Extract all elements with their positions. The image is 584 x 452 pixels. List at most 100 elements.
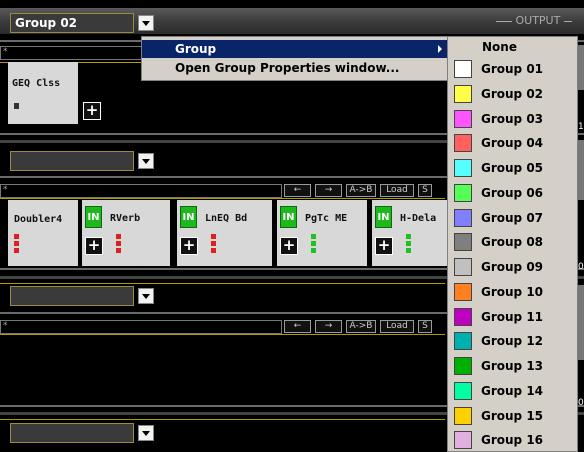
submenu-item-group[interactable]: Group 12	[448, 329, 577, 353]
group-color-swatch	[454, 282, 472, 301]
output-panel-edge	[578, 45, 584, 90]
add-plugin-button[interactable]: +	[280, 237, 298, 255]
add-plugin-button[interactable]: +	[83, 102, 101, 120]
group-color-swatch	[454, 406, 472, 425]
submenu-item-group[interactable]: Group 08	[448, 230, 577, 254]
group-color-swatch	[454, 307, 472, 326]
rack-star: *	[3, 321, 8, 331]
submenu-item-group[interactable]: Group 04	[448, 131, 577, 155]
menu-item-group[interactable]: Group	[142, 40, 448, 58]
submenu-item-group[interactable]: Group 06	[448, 181, 577, 205]
plugin-lneq-bd[interactable]: IN LnEQ Bd +	[177, 200, 272, 266]
plugin-doubler4[interactable]: Doubler4	[8, 200, 78, 266]
submenu-item-group[interactable]: Group 16	[448, 428, 577, 452]
move-left-button[interactable]: ←	[284, 184, 311, 197]
group-submenu: None Group 01 Group 02 Group 03 Group 04 Gro…	[447, 36, 578, 452]
section-underline	[0, 419, 445, 420]
group-color-swatch	[454, 159, 472, 177]
level-led	[311, 248, 316, 253]
in-toggle[interactable]: IN	[85, 206, 102, 228]
level-led	[211, 241, 216, 246]
group-select[interactable]: Group 02	[10, 13, 134, 33]
submenu-item-group[interactable]: Group 10	[448, 280, 577, 304]
output-panel-edge	[578, 140, 584, 200]
submenu-item-group[interactable]: Group 02	[448, 82, 577, 106]
level-led	[406, 234, 411, 239]
plugin-geq-clss[interactable]: GEQ Clss	[8, 62, 78, 124]
rack-select[interactable]	[10, 423, 134, 443]
rack-strip: *	[0, 320, 282, 334]
submenu-item-label: None	[482, 40, 517, 54]
submenu-item-label: Group 11	[481, 309, 544, 324]
group-color-swatch	[454, 233, 472, 252]
level-led	[116, 234, 121, 239]
move-left-button[interactable]: ←	[284, 320, 311, 333]
group-color-swatch	[454, 183, 472, 202]
submenu-item-group[interactable]: Group 09	[448, 255, 577, 279]
plugin-name: PgTc ME	[305, 213, 348, 224]
load-button[interactable]: Load	[380, 320, 414, 333]
group-color-swatch	[454, 258, 472, 276]
rack-strip: *	[0, 184, 282, 198]
add-plugin-button[interactable]: +	[375, 237, 393, 255]
level-led	[211, 248, 216, 253]
level-led	[14, 103, 19, 109]
plugin-pgtc-me[interactable]: IN PgTc ME +	[277, 200, 367, 266]
submenu-item-group[interactable]: Group 05	[448, 156, 577, 180]
submenu-item-none[interactable]: None	[448, 38, 577, 56]
plugin-name: GEQ Clss	[12, 78, 61, 89]
submenu-item-label: Group 07	[481, 210, 544, 225]
move-right-button[interactable]: →	[315, 320, 342, 333]
submenu-item-group[interactable]: Group 11	[448, 305, 577, 329]
group-select-dropdown-button[interactable]	[138, 15, 154, 31]
output-header: OUTPUT	[496, 14, 584, 27]
group-color-swatch	[454, 60, 472, 78]
add-plugin-button[interactable]: +	[85, 237, 103, 255]
submenu-item-label: Group 03	[481, 111, 544, 126]
in-toggle[interactable]: IN	[375, 206, 392, 228]
context-menu: Group Open Group Properties window...	[141, 36, 449, 81]
rack-select-dropdown-button[interactable]	[138, 425, 154, 441]
level-led	[116, 241, 121, 246]
output-header-line	[563, 20, 572, 22]
menu-item-open-group-properties[interactable]: Open Group Properties window...	[142, 59, 448, 77]
submenu-arrow-icon	[438, 45, 442, 53]
menu-item-label: Open Group Properties window...	[175, 61, 400, 75]
rack-star: *	[3, 47, 8, 57]
submenu-item-group[interactable]: Group 03	[448, 107, 577, 131]
plugin-name: H-Dela	[400, 213, 437, 224]
submenu-item-group[interactable]: Group 01	[448, 57, 577, 81]
rack-select[interactable]	[10, 286, 134, 306]
submenu-item-group[interactable]: Group 13	[448, 354, 577, 378]
plugin-rverb[interactable]: IN RVerb +	[82, 200, 170, 266]
add-plugin-button[interactable]: +	[180, 237, 198, 255]
rack-select-dropdown-button[interactable]	[138, 153, 154, 169]
rack-toolbar: ← → A->B Load S	[284, 320, 444, 334]
plugin-h-dela[interactable]: IN H-Dela +	[372, 200, 448, 266]
submenu-item-group[interactable]: Group 15	[448, 404, 577, 428]
rack-underline	[0, 198, 445, 199]
submenu-item-label: Group 05	[481, 161, 544, 175]
rack-select[interactable]	[10, 151, 134, 171]
submenu-item-group[interactable]: Group 14	[448, 379, 577, 403]
load-button[interactable]: Load	[380, 184, 414, 197]
edge-digit: 0	[578, 398, 584, 408]
level-led	[14, 248, 19, 253]
in-toggle[interactable]: IN	[180, 206, 197, 228]
submenu-item-label: Group 01	[481, 62, 544, 76]
submenu-item-label: Group 08	[481, 235, 544, 250]
submenu-item-label: Group 02	[481, 86, 544, 101]
copy-a-to-b-button[interactable]: A->B	[346, 184, 376, 197]
level-led	[311, 241, 316, 246]
rack-select-dropdown-button[interactable]	[138, 288, 154, 304]
in-toggle[interactable]: IN	[280, 206, 297, 228]
save-button[interactable]: S	[418, 184, 432, 197]
save-button[interactable]: S	[418, 320, 432, 333]
group-color-swatch	[454, 134, 472, 153]
move-right-button[interactable]: →	[315, 184, 342, 197]
level-led	[14, 234, 19, 239]
output-panel-edge	[578, 285, 584, 360]
submenu-item-group[interactable]: Group 07	[448, 206, 577, 230]
plugin-name: Doubler4	[14, 214, 63, 225]
copy-a-to-b-button[interactable]: A->B	[346, 320, 376, 333]
